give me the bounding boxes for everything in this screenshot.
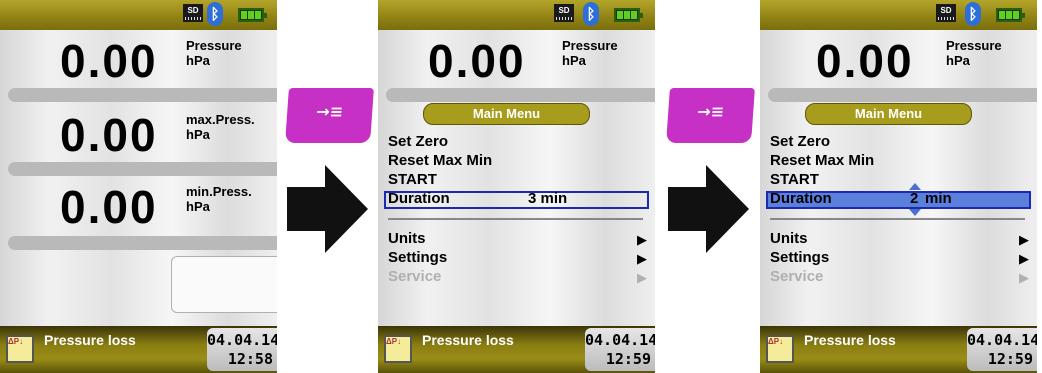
spin-up-icon[interactable] bbox=[909, 183, 921, 190]
menu-key-button[interactable]: →≡ bbox=[666, 88, 755, 143]
right-arrow-icon bbox=[287, 165, 368, 253]
duration-number[interactable]: 2 bbox=[910, 190, 918, 207]
row-separator bbox=[386, 88, 655, 102]
spin-down-icon[interactable] bbox=[909, 209, 921, 216]
pressure-label: Pressure hPa bbox=[562, 38, 618, 68]
menu-item-service: Service bbox=[388, 268, 442, 285]
footer-bar: ΔP↓ Pressure loss 04.04.14 12:59 bbox=[378, 326, 655, 373]
status-bar: SD ᛒ bbox=[0, 0, 277, 30]
time: 12:58 bbox=[227, 350, 273, 368]
submenu-arrow-icon: ▶ bbox=[1019, 233, 1029, 248]
menu-item-service: Service bbox=[770, 268, 824, 285]
date-time: 04.04.14 12:59 bbox=[585, 328, 655, 371]
main-menu-title: Main Menu bbox=[805, 103, 972, 125]
menu-item-reset-max-min[interactable]: Reset Max Min bbox=[770, 152, 874, 169]
duration-label: Duration bbox=[388, 190, 450, 207]
duration-label: Duration bbox=[770, 190, 832, 207]
pressure-label-name: Pressure bbox=[186, 38, 242, 53]
screen-main-menu: SD ᛒ 0.00 Pressure hPa Main Menu Set Zer… bbox=[378, 0, 655, 373]
right-arrow-icon bbox=[668, 165, 749, 253]
program-title: Pressure loss bbox=[422, 332, 514, 348]
submenu-arrow-icon: ▶ bbox=[637, 233, 647, 248]
max-pressure-value: 0.00 bbox=[60, 109, 158, 161]
submenu-arrow-icon: ▶ bbox=[637, 252, 647, 267]
bluetooth-icon: ᛒ bbox=[965, 2, 981, 26]
menu-divider bbox=[388, 218, 643, 220]
min-pressure-value: 0.00 bbox=[60, 181, 158, 233]
time: 12:59 bbox=[987, 350, 1033, 368]
duration-value: 3 min bbox=[528, 190, 568, 207]
min-pressure-label-unit: hPa bbox=[186, 199, 210, 214]
pressure-label-unit: hPa bbox=[186, 53, 210, 68]
status-bar: SD ᛒ bbox=[378, 0, 655, 30]
bluetooth-icon: ᛒ bbox=[583, 2, 599, 26]
min-pressure-label-name: min.Press. bbox=[186, 184, 252, 199]
pressure-value: 0.00 bbox=[60, 35, 158, 87]
date: 04.04.14 bbox=[207, 331, 277, 349]
menu-item-units[interactable]: Units bbox=[388, 230, 426, 247]
pressure-label-unit: hPa bbox=[946, 53, 970, 68]
duration-unit: min bbox=[925, 190, 952, 207]
program-title: Pressure loss bbox=[44, 332, 136, 348]
pressure-label: Pressure hPa bbox=[186, 38, 242, 68]
menu-item-set-zero[interactable]: Set Zero bbox=[770, 133, 830, 150]
footer-bar: ΔP↓ Pressure loss 04.04.14 12:58 bbox=[0, 326, 277, 373]
row-separator bbox=[8, 236, 277, 250]
submenu-arrow-icon: ▶ bbox=[1019, 271, 1029, 286]
battery-icon bbox=[996, 8, 1025, 22]
menu-item-settings[interactable]: Settings bbox=[388, 249, 447, 266]
row-separator bbox=[8, 162, 277, 176]
battery-icon bbox=[614, 8, 643, 22]
menu-item-start[interactable]: START bbox=[770, 171, 819, 188]
pressure-loss-icon: ΔP↓ bbox=[384, 335, 412, 363]
max-pressure-label-unit: hPa bbox=[186, 127, 210, 142]
screen-main-menu-edit: SD ᛒ 0.00 Pressure hPa Main Menu Set Zer… bbox=[760, 0, 1037, 373]
menu-item-start[interactable]: START bbox=[388, 171, 437, 188]
row-separator bbox=[768, 88, 1037, 102]
menu-item-settings[interactable]: Settings bbox=[770, 249, 829, 266]
menu-divider bbox=[770, 218, 1025, 220]
date-time: 04.04.14 12:59 bbox=[967, 328, 1037, 371]
menu-item-set-zero[interactable]: Set Zero bbox=[388, 133, 448, 150]
footer-bar: ΔP↓ Pressure loss 04.04.14 12:59 bbox=[760, 326, 1037, 373]
menu-item-units[interactable]: Units bbox=[770, 230, 808, 247]
empty-value-slot bbox=[171, 256, 277, 313]
status-bar: SD ᛒ bbox=[760, 0, 1037, 30]
pressure-loss-icon: ΔP↓ bbox=[766, 335, 794, 363]
sd-card-icon: SD bbox=[554, 4, 574, 22]
pressure-label: Pressure hPa bbox=[946, 38, 1002, 68]
main-menu-title: Main Menu bbox=[423, 103, 590, 125]
min-pressure-label: min.Press. hPa bbox=[186, 184, 252, 214]
max-pressure-label-name: max.Press. bbox=[186, 112, 255, 127]
program-title: Pressure loss bbox=[804, 332, 896, 348]
submenu-arrow-icon: ▶ bbox=[1019, 252, 1029, 267]
date-time: 04.04.14 12:58 bbox=[207, 328, 277, 371]
menu-key-button[interactable]: →≡ bbox=[285, 88, 374, 143]
bluetooth-icon: ᛒ bbox=[207, 2, 223, 26]
pressure-label-name: Pressure bbox=[562, 38, 618, 53]
date: 04.04.14 bbox=[585, 331, 655, 349]
menu-item-reset-max-min[interactable]: Reset Max Min bbox=[388, 152, 492, 169]
submenu-arrow-icon: ▶ bbox=[637, 271, 647, 286]
pressure-label-name: Pressure bbox=[946, 38, 1002, 53]
pressure-label-unit: hPa bbox=[562, 53, 586, 68]
pressure-value: 0.00 bbox=[816, 35, 914, 87]
screen-measurement: SD ᛒ 0.00 Pressure hPa 0.00 max.Press. h… bbox=[0, 0, 277, 373]
time: 12:59 bbox=[605, 350, 651, 368]
pressure-value: 0.00 bbox=[428, 35, 526, 87]
sd-card-icon: SD bbox=[936, 4, 956, 22]
battery-icon bbox=[238, 8, 267, 22]
max-pressure-label: max.Press. hPa bbox=[186, 112, 255, 142]
sd-card-icon: SD bbox=[183, 4, 203, 22]
row-separator bbox=[8, 88, 277, 102]
date: 04.04.14 bbox=[967, 331, 1037, 349]
pressure-loss-icon: ΔP↓ bbox=[6, 335, 34, 363]
